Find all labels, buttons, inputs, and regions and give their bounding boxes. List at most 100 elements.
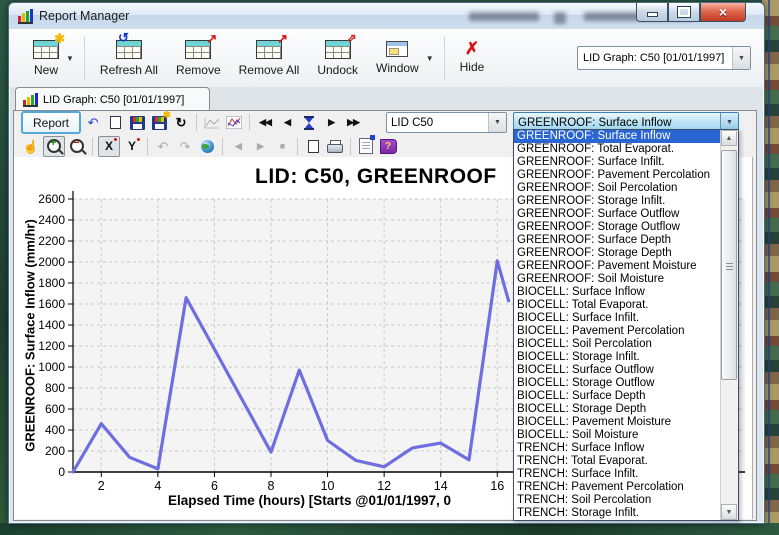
dropdown-scrollbar[interactable]: ▲ ▼ (720, 130, 738, 520)
dropdown-item[interactable]: GREENROOF: Soil Moisture (514, 273, 721, 286)
minimize-button[interactable] (636, 3, 668, 22)
window-title: Report Manager (39, 9, 130, 23)
toolbar-separator (92, 137, 93, 155)
dropdown-item[interactable]: BIOCELL: Surface Inflow (514, 286, 721, 299)
pan-button[interactable]: ☝ (21, 137, 41, 156)
x-axis-icon: X (104, 138, 118, 153)
save-button[interactable] (127, 113, 147, 132)
zoom-in-button[interactable]: + (43, 135, 65, 157)
window-dropdown-arrow-icon[interactable]: ▼ (426, 54, 434, 63)
dropdown-item[interactable]: BIOCELL: Pavement Moisture (514, 416, 721, 429)
parameter-selector-value: GREENROOF: Surface Inflow (518, 116, 672, 129)
hide-button[interactable]: ✗ Hide (451, 38, 494, 78)
dropdown-item[interactable]: BIOCELL: Total Evaporat. (514, 299, 721, 312)
dropdown-item[interactable]: TRENCH: Surface Inflow (514, 442, 721, 455)
restore-chart-button[interactable]: ↶ (83, 113, 103, 132)
refresh-chart-button[interactable]: ↻ (171, 113, 191, 132)
dropdown-item[interactable]: TRENCH: Surface Infilt. (514, 468, 721, 481)
last-period-button[interactable]: ▶▶ (343, 113, 363, 132)
window-label: Window (376, 61, 419, 75)
y-axis-zoom-button[interactable]: Y (122, 137, 142, 156)
toolbar-separator (196, 114, 198, 131)
copy-icon (109, 112, 124, 129)
dropdown-item[interactable]: GREENROOF: Surface Outflow (514, 208, 721, 221)
dropdown-item[interactable]: GREENROOF: Pavement Moisture (514, 260, 721, 273)
line-chart-gray-icon (204, 118, 220, 129)
print-button[interactable] (325, 137, 345, 156)
dropdown-item[interactable]: BIOCELL: Storage Infilt. (514, 351, 721, 364)
dropdown-item[interactable]: GREENROOF: Total Evaporat. (514, 143, 721, 156)
undock-button[interactable]: ⇗ Undock (308, 32, 367, 81)
dropdown-item[interactable]: BIOCELL: Soil Moisture (514, 429, 721, 442)
dropdown-item[interactable]: BIOCELL: Soil Percolation (514, 338, 721, 351)
lid-selector-value: LID C50 (391, 116, 434, 129)
close-button[interactable]: × (700, 3, 746, 22)
report-button-label: Report (33, 115, 70, 130)
y-axis-icon: Y (127, 138, 141, 153)
dropdown-item[interactable]: GREENROOF: Pavement Percolation (514, 169, 721, 182)
remove-label: Remove (175, 62, 221, 77)
report-selector-arrow-icon[interactable]: ▼ (732, 47, 750, 69)
copy-to-clipboard-button[interactable] (303, 135, 323, 156)
report-selector-combobox[interactable]: LID Graph: C50 [01/01/1997] ▼ (577, 46, 751, 70)
dropdown-item[interactable]: GREENROOF: Soil Percolation (514, 182, 721, 195)
dropdown-item[interactable]: BIOCELL: Surface Outflow (514, 364, 721, 377)
remove-all-button[interactable]: ↗ Remove All (230, 32, 309, 81)
dropdown-item[interactable]: GREENROOF: Surface Inflow (514, 130, 721, 143)
copy-icon (307, 135, 322, 153)
properties-icon (359, 135, 375, 154)
svg-text:8: 8 (268, 479, 275, 493)
dropdown-item[interactable]: GREENROOF: Surface Depth (514, 234, 721, 247)
svg-text:6: 6 (211, 479, 218, 493)
tab-lid-graph[interactable]: LID Graph: C50 [01/01/1997] (15, 87, 210, 111)
copy-chart-button[interactable] (105, 112, 125, 132)
report-manager-window: Report Manager × ✱ New ▼ ↺ Refresh All ↗… (8, 2, 765, 524)
dropdown-item[interactable]: TRENCH: Pavement Percolation (514, 481, 721, 494)
x-axis-zoom-button[interactable]: X (98, 135, 120, 157)
refresh-all-button[interactable]: ↺ Refresh All (91, 31, 167, 81)
svg-text:1000: 1000 (38, 360, 65, 374)
save-as-button[interactable]: ✱ (149, 111, 171, 132)
dropdown-item[interactable]: TRENCH: Soil Percolation (514, 494, 721, 507)
previous-icon: ◀ (284, 117, 291, 127)
restore-button[interactable] (668, 3, 700, 22)
scroll-up-button[interactable]: ▲ (721, 130, 737, 146)
scrollbar-thumb[interactable] (721, 150, 737, 380)
dropdown-item[interactable]: TRENCH: Storage Infilt. (514, 507, 721, 520)
hide-label: Hide (459, 60, 485, 74)
report-button[interactable]: Report (21, 111, 82, 134)
lid-selector-arrow-icon[interactable]: ▼ (488, 113, 506, 132)
full-extent-button[interactable] (197, 137, 217, 156)
dropdown-item[interactable]: GREENROOF: Storage Outflow (514, 221, 721, 234)
first-period-button[interactable]: ◀◀ (255, 113, 275, 132)
next-period-button[interactable]: ▶ (321, 113, 341, 132)
dropdown-item[interactable]: BIOCELL: Surface Depth (514, 390, 721, 403)
dropdown-item[interactable]: BIOCELL: Surface Infilt. (514, 312, 721, 325)
dropdown-item[interactable]: GREENROOF: Storage Infilt. (514, 195, 721, 208)
dropdown-item[interactable]: BIOCELL: Storage Depth (514, 403, 721, 416)
dropdown-item[interactable]: BIOCELL: Storage Outflow (514, 377, 721, 390)
svg-text:1600: 1600 (38, 297, 65, 311)
scroll-down-button[interactable]: ▼ (721, 504, 737, 520)
svg-text:2: 2 (98, 479, 105, 493)
chart-options-button[interactable] (224, 113, 244, 132)
dropdown-item[interactable]: BIOCELL: Pavement Percolation (514, 325, 721, 338)
animate-button[interactable] (299, 113, 319, 132)
window-button[interactable]: Window (367, 37, 428, 79)
properties-button[interactable] (356, 135, 376, 156)
help-button[interactable]: ? (378, 137, 398, 156)
previous-period-button[interactable]: ◀ (277, 113, 297, 132)
title-bar: Report Manager × (9, 3, 764, 29)
new-dropdown-arrow-icon[interactable]: ▼ (66, 54, 74, 63)
svg-text:400: 400 (45, 423, 65, 437)
dropdown-item[interactable]: GREENROOF: Storage Depth (514, 247, 721, 260)
zoom-out-button[interactable]: − (67, 137, 87, 156)
lid-selector-combobox[interactable]: LID C50 ▼ (386, 112, 507, 133)
dropdown-item[interactable]: GREENROOF: Surface Infilt. (514, 156, 721, 169)
new-button[interactable]: ✱ New (24, 32, 68, 81)
dropdown-item[interactable]: TRENCH: Total Evaporat. (514, 455, 721, 468)
remove-all-icon: ↗ (255, 32, 288, 59)
window-controls: × (636, 3, 746, 22)
remove-button[interactable]: ↗ Remove (167, 32, 230, 81)
minimize-icon (646, 12, 658, 17)
